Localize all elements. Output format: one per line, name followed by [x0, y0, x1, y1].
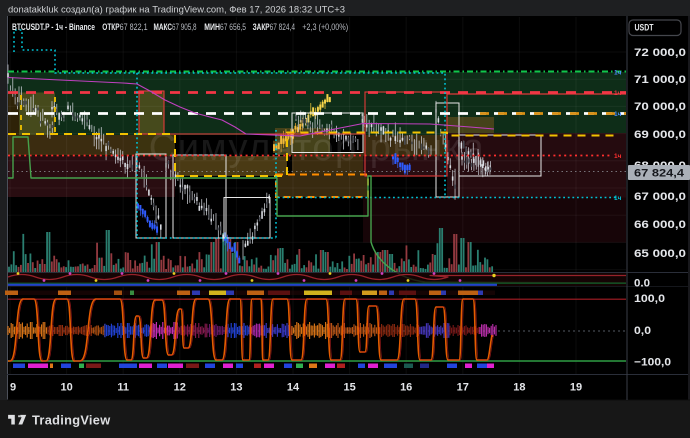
svg-text:donatakkluk создал(а) график н: donatakkluk создал(а) график на TradingV…	[8, 5, 345, 16]
svg-text:15: 15	[343, 382, 355, 394]
svg-text:66 000,0: 66 000,0	[634, 219, 686, 231]
svg-text:67 000,0: 67 000,0	[634, 191, 686, 203]
svg-text:1ч: 1ч	[614, 195, 622, 202]
svg-text:TradingView: TradingView	[32, 413, 110, 428]
svg-text:1ч: 1ч	[614, 153, 622, 160]
svg-text:BTCUSDT.P - 1ч - Binance: BTCUSDT.P - 1ч - Binance	[12, 22, 95, 33]
svg-text:+2,3 (+0,00%): +2,3 (+0,00%)	[302, 22, 348, 33]
svg-text:67 824,4: 67 824,4	[270, 22, 295, 33]
svg-text:1ч: 1ч	[614, 111, 622, 118]
svg-text:67 824,4: 67 824,4	[634, 168, 685, 180]
svg-text:16: 16	[400, 382, 412, 394]
svg-text:−100,0: −100,0	[634, 357, 671, 369]
svg-text:17: 17	[457, 382, 469, 394]
svg-text:ОТКР: ОТКР	[102, 22, 120, 33]
svg-text:67 822,1: 67 822,1	[120, 22, 148, 33]
svg-text:71 000,0: 71 000,0	[634, 74, 686, 86]
svg-text:0,0: 0,0	[634, 325, 651, 337]
svg-text:ЗАКР: ЗАКР	[253, 22, 270, 33]
svg-text:65 000,0: 65 000,0	[634, 248, 686, 260]
svg-text:10: 10	[60, 382, 72, 394]
svg-text:0.0: 0.0	[634, 278, 650, 290]
svg-text:МИН: МИН	[204, 22, 220, 33]
svg-text:67 656,5: 67 656,5	[220, 22, 246, 33]
svg-text:72 000,0: 72 000,0	[634, 47, 686, 59]
svg-text:13: 13	[230, 382, 242, 394]
svg-text:19: 19	[570, 382, 582, 394]
svg-text:МАКС: МАКС	[154, 22, 173, 33]
svg-text:1ч: 1ч	[614, 70, 622, 77]
svg-text:67 905,8: 67 905,8	[172, 22, 197, 33]
svg-text:9: 9	[10, 382, 16, 394]
svg-text:1ч: 1ч	[614, 90, 622, 97]
svg-text:14: 14	[287, 382, 300, 394]
svg-text:69 000,0: 69 000,0	[634, 129, 686, 141]
svg-text:70 000,0: 70 000,0	[634, 101, 686, 113]
svg-text:11: 11	[117, 382, 129, 394]
svg-text:12: 12	[174, 382, 186, 394]
svg-text:100,0: 100,0	[634, 293, 665, 305]
svg-text:18: 18	[513, 382, 525, 394]
svg-text:USDT: USDT	[635, 23, 654, 34]
